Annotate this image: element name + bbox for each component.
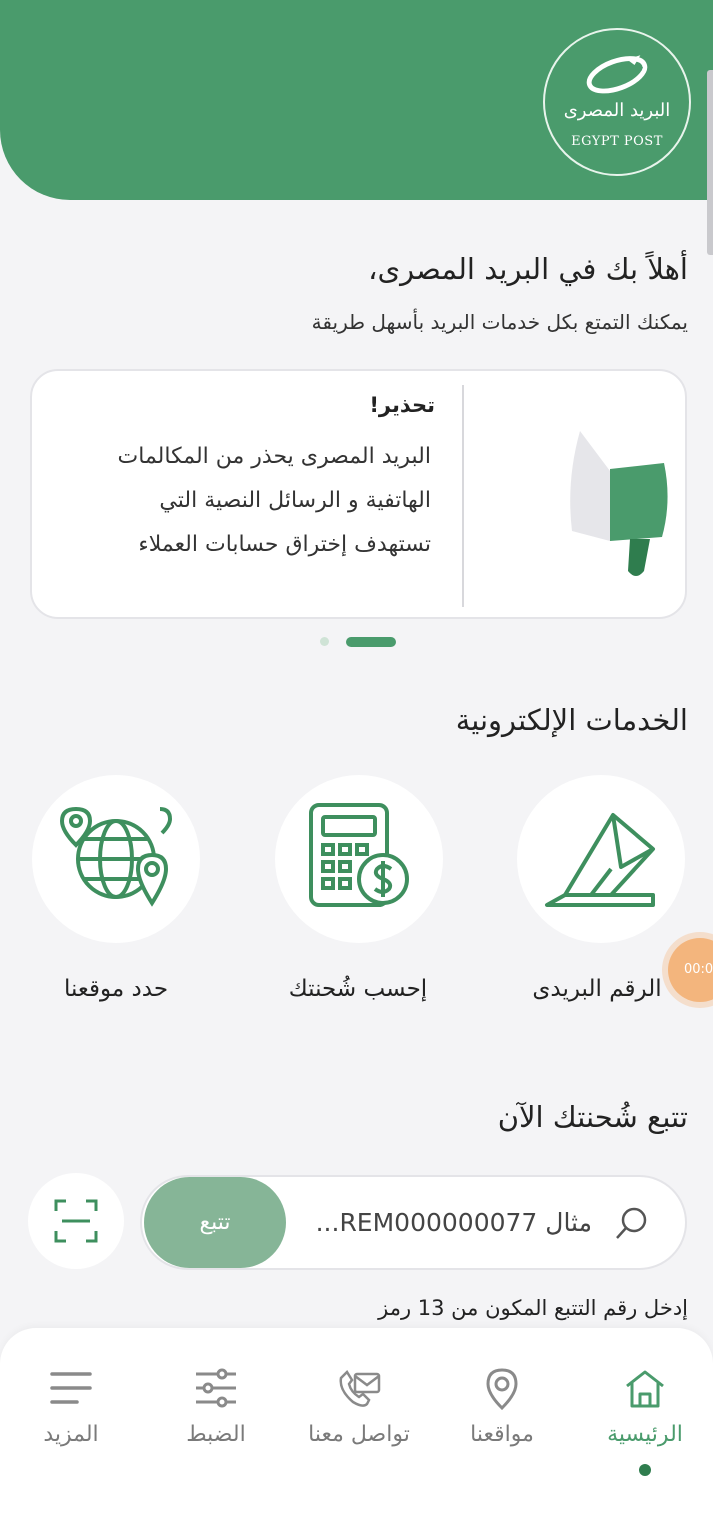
alert-line: الهاتفية و الرسائل النصية التي bbox=[159, 488, 431, 513]
tracking-title: تتبع شُحنتك الآن bbox=[497, 1100, 688, 1134]
service-postal-code-button[interactable] bbox=[517, 775, 685, 943]
service-label-postal-code: الرقم البريدى bbox=[532, 976, 662, 1002]
tracking-search-box: تتبع bbox=[140, 1175, 687, 1270]
search-icon bbox=[616, 1207, 647, 1239]
nav-label-home: الرئيسية bbox=[607, 1422, 683, 1447]
nav-item-locations[interactable]: مواقعنا bbox=[431, 1328, 573, 1513]
phone-mail-icon bbox=[339, 1370, 381, 1407]
logo-english-text: EGYPT POST bbox=[571, 134, 663, 149]
scan-icon bbox=[54, 1199, 98, 1243]
carousel-dot[interactable] bbox=[320, 637, 329, 646]
service-calculate-shipment-button[interactable] bbox=[275, 775, 443, 943]
alert-carousel-card[interactable]: تحذير! البريد المصرى يحذر من المكالمات ا… bbox=[30, 369, 687, 619]
alert-line: تستهدف إختراق حسابات العملاء bbox=[138, 532, 431, 557]
nav-label-more: المزيد bbox=[43, 1422, 99, 1447]
welcome-subtitle: يمكنك التمتع بكل خدمات البريد بأسهل طريق… bbox=[311, 310, 688, 334]
alert-line: البريد المصرى يحذر من المكالمات bbox=[117, 444, 431, 469]
bottom-navigation: الرئيسية مواقعنا تواصل معنا الضبط المزيد bbox=[0, 1328, 713, 1513]
carousel-dot-active[interactable] bbox=[346, 637, 396, 647]
alert-body: البريد المصرى يحذر من المكالمات الهاتفية… bbox=[61, 435, 431, 567]
globe-location-icon bbox=[59, 806, 173, 907]
sliders-icon bbox=[196, 1368, 236, 1408]
nav-item-more[interactable]: المزيد bbox=[0, 1328, 142, 1513]
scan-barcode-button[interactable] bbox=[28, 1173, 124, 1269]
services-title: الخدمات الإلكترونية bbox=[455, 703, 688, 737]
tracking-number-input[interactable] bbox=[292, 1197, 592, 1247]
service-label-locate-us: حدد موقعنا bbox=[63, 976, 169, 1002]
scrollbar[interactable] bbox=[707, 70, 713, 255]
nav-label-locations: مواقعنا bbox=[470, 1422, 534, 1447]
alert-divider bbox=[462, 385, 464, 607]
nav-item-home[interactable]: الرئيسية bbox=[574, 1328, 713, 1513]
location-pin-icon bbox=[486, 1368, 518, 1410]
megaphone-icon bbox=[570, 431, 668, 576]
nav-item-contact[interactable]: تواصل معنا bbox=[288, 1328, 430, 1513]
nav-item-settings[interactable]: الضبط bbox=[145, 1328, 287, 1513]
service-label-calculate-shipment: إحسب شُحنتك bbox=[288, 976, 428, 1002]
egypt-post-logo: البريد المصرى EGYPT POST bbox=[543, 28, 691, 176]
tracking-hint: إدخل رقم التتبع المكون من 13 رمز bbox=[378, 1296, 688, 1320]
logo-arabic-text: البريد المصرى bbox=[563, 100, 671, 121]
nav-label-settings: الضبط bbox=[186, 1422, 246, 1447]
calculator-dollar-icon bbox=[309, 803, 409, 907]
nav-label-contact: تواصل معنا bbox=[308, 1422, 410, 1447]
track-button[interactable]: تتبع bbox=[144, 1177, 286, 1268]
nav-active-dot bbox=[639, 1464, 651, 1476]
alert-title: تحذير! bbox=[369, 393, 435, 417]
welcome-title: أهلاً بك في البريد المصرى، bbox=[368, 252, 688, 286]
envelope-icon bbox=[545, 813, 655, 907]
service-locate-us-button[interactable] bbox=[32, 775, 200, 943]
home-icon bbox=[626, 1370, 664, 1408]
menu-icon bbox=[50, 1372, 92, 1404]
